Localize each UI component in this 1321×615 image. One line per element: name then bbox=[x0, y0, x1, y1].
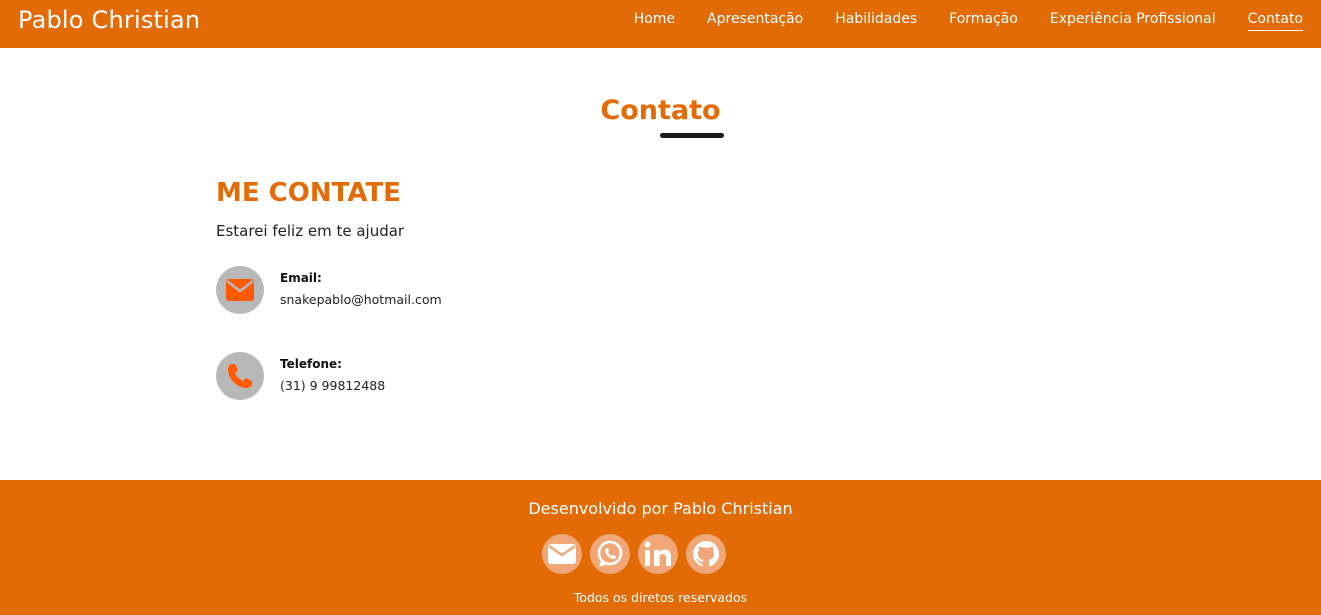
phone-info: Telefone: (31) 9 99812488 bbox=[216, 352, 385, 400]
contact-heading: ME CONTATE bbox=[216, 178, 401, 208]
email-label: Email: bbox=[280, 271, 322, 285]
nav-link-experiencia[interactable]: Experiência Profissional bbox=[1050, 11, 1216, 31]
nav-menu: Home Apresentação Habilidades Formação E… bbox=[634, 11, 1303, 31]
contact-subtitle: Estarei feliz em te ajudar bbox=[216, 222, 405, 240]
nav-link-formacao[interactable]: Formação bbox=[949, 11, 1018, 31]
github-icon bbox=[693, 541, 719, 567]
section-title: Contato bbox=[600, 95, 721, 126]
whatsapp-icon bbox=[597, 540, 623, 567]
social-email-button[interactable] bbox=[542, 534, 582, 574]
phone-icon bbox=[216, 352, 264, 400]
top-navbar: Pablo Christian Home Apresentação Habili… bbox=[0, 0, 1321, 48]
nav-link-contato[interactable]: Contato bbox=[1247, 11, 1303, 31]
nav-link-habilidades[interactable]: Habilidades bbox=[835, 11, 917, 31]
footer-rights: Todos os diretos reservados bbox=[573, 590, 748, 605]
social-github-button[interactable] bbox=[686, 534, 726, 574]
phone-label: Telefone: bbox=[280, 357, 342, 371]
footer-credit: Desenvolvido por Pablo Christian bbox=[528, 499, 793, 518]
social-links bbox=[542, 534, 726, 574]
social-whatsapp-button[interactable] bbox=[590, 534, 630, 574]
email-value: snakepablo@hotmail.com bbox=[280, 292, 442, 307]
email-info: Email: snakepablo@hotmail.com bbox=[216, 266, 442, 314]
linkedin-icon bbox=[644, 541, 671, 566]
title-underline bbox=[660, 133, 724, 138]
social-linkedin-button[interactable] bbox=[638, 534, 678, 574]
footer: Desenvolvido por Pablo Christian Todos o… bbox=[0, 480, 1321, 615]
brand-name[interactable]: Pablo Christian bbox=[18, 6, 200, 34]
phone-value: (31) 9 99812488 bbox=[280, 378, 386, 393]
envelope-icon bbox=[548, 544, 576, 564]
nav-link-home[interactable]: Home bbox=[634, 11, 675, 31]
envelope-icon bbox=[216, 266, 264, 314]
nav-link-apresentacao[interactable]: Apresentação bbox=[707, 11, 803, 31]
